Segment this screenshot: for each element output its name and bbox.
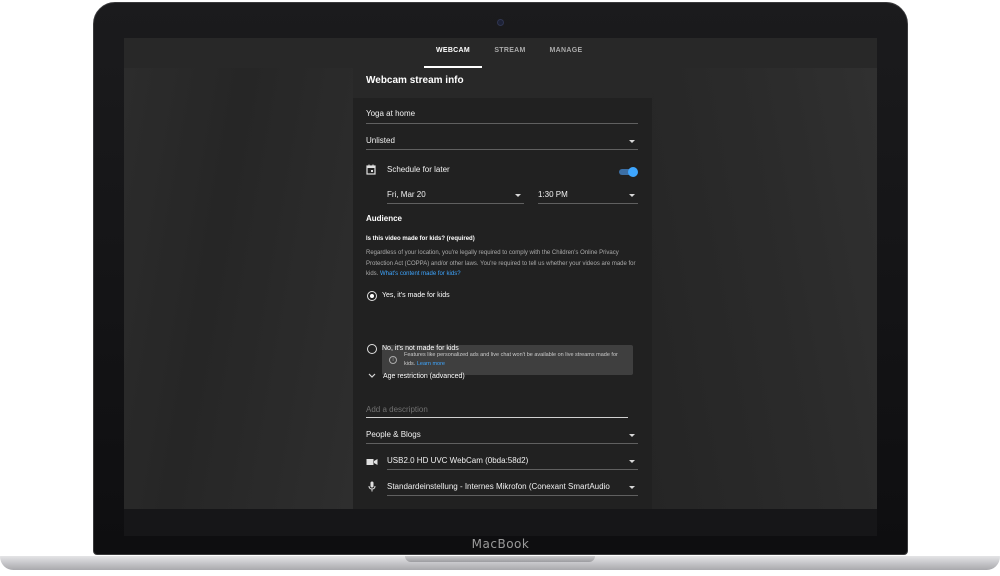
age-restriction-toggle[interactable]: Age restriction (advanced) — [383, 373, 465, 380]
camera-underline — [387, 469, 638, 470]
radio-made-for-kids-label[interactable]: Yes, it's made for kids — [382, 292, 450, 299]
microphone-underline — [387, 495, 638, 496]
content-for-kids-link[interactable]: What's content made for kids? — [380, 271, 461, 277]
category-select[interactable]: People & Blogs — [366, 430, 616, 439]
visibility-select[interactable]: Unlisted — [366, 136, 616, 145]
background-right — [652, 68, 877, 509]
radio-not-made-for-kids[interactable] — [367, 344, 377, 354]
kids-question: Is this video made for kids? (required) — [366, 236, 475, 242]
calendar-icon — [366, 164, 376, 175]
chevron-down-icon[interactable] — [629, 140, 635, 143]
category-underline — [366, 443, 638, 444]
chevron-down-icon[interactable] — [368, 373, 376, 379]
coppa-explanation: Regardless of your location, you're lega… — [366, 248, 641, 280]
tab-stream[interactable]: STREAM — [488, 38, 532, 68]
chevron-down-icon[interactable] — [629, 460, 635, 463]
info-icon: i — [389, 356, 397, 364]
schedule-toggle[interactable] — [617, 166, 639, 178]
panel-header: Webcam stream info — [353, 68, 652, 98]
title-input[interactable]: Yoga at home — [366, 109, 636, 118]
visibility-underline — [366, 149, 638, 150]
radio-selected-dot — [370, 294, 374, 298]
microphone-icon — [368, 481, 376, 492]
learn-more-link[interactable]: Learn more — [417, 361, 445, 367]
schedule-label: Schedule for later — [387, 165, 450, 174]
microphone-select[interactable]: Standardeinstellung - Internes Mikrofon … — [387, 482, 623, 491]
description-input[interactable]: Add a description — [366, 405, 428, 414]
schedule-time-select[interactable]: 1:30 PM — [538, 190, 618, 199]
toggle-knob — [628, 167, 638, 177]
screen-bezel — [124, 509, 877, 536]
stream-info-panel: Webcam stream info Yoga at home Unlisted… — [353, 68, 652, 509]
chevron-down-icon[interactable] — [515, 194, 521, 197]
video-camera-icon — [366, 459, 378, 465]
schedule-date-select[interactable]: Fri, Mar 20 — [387, 190, 507, 199]
radio-not-made-for-kids-label[interactable]: No, it's not made for kids — [382, 345, 459, 352]
webcam-lens — [497, 19, 504, 26]
kids-info-text: Features like personalized ads and live … — [404, 351, 629, 369]
panel-title: Webcam stream info — [366, 75, 464, 86]
background-left — [124, 68, 353, 509]
title-underline — [366, 123, 638, 124]
audience-heading: Audience — [366, 214, 403, 223]
chevron-down-icon[interactable] — [629, 194, 635, 197]
camera-select[interactable]: USB2.0 HD UVC WebCam (0bda:58d2) — [387, 456, 617, 465]
description-underline — [366, 417, 628, 418]
chevron-down-icon[interactable] — [629, 486, 635, 489]
date-underline — [387, 203, 524, 204]
laptop-notch — [405, 556, 595, 562]
radio-made-for-kids[interactable] — [367, 291, 377, 301]
device-brand-label: MacBook — [471, 537, 530, 551]
tab-webcam[interactable]: WEBCAM — [424, 38, 482, 68]
tab-manage[interactable]: MANAGE — [544, 38, 588, 68]
time-underline — [538, 203, 638, 204]
screen: WEBCAM STREAM MANAGE Webcam stream info … — [124, 38, 877, 509]
top-tab-bar: WEBCAM STREAM MANAGE — [124, 38, 877, 68]
chevron-down-icon[interactable] — [629, 434, 635, 437]
